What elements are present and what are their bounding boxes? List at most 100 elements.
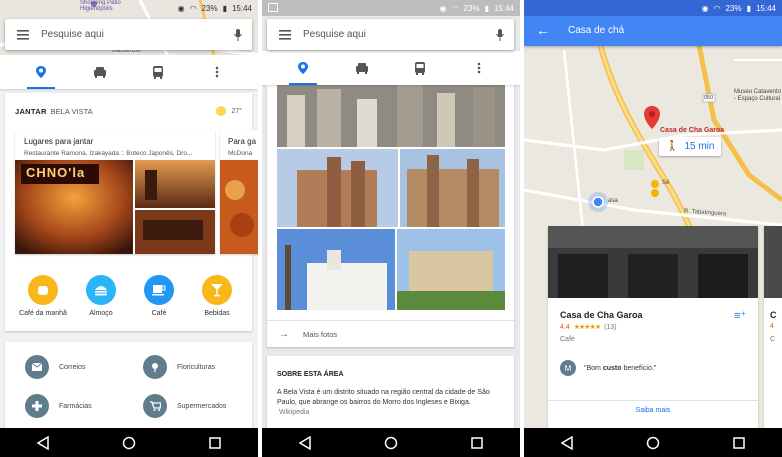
tea-house-screen: Casa de Cha Garoa 050 Museu Catavento - … bbox=[524, 0, 782, 457]
dining-card: JANTAR BELA VISTA 27° Lugares para janta… bbox=[5, 93, 258, 331]
walking-duration[interactable]: 🚶 15 min bbox=[659, 137, 722, 156]
category-drinks[interactable]: Bebidas bbox=[189, 275, 245, 317]
review-count: (13) bbox=[604, 323, 617, 331]
temperature: 27° bbox=[231, 107, 242, 115]
car-icon bbox=[93, 67, 106, 78]
area-photo-grid[interactable] bbox=[277, 85, 520, 310]
star-rating-icon: ★★★★★ bbox=[573, 324, 601, 331]
recents-nav-icon[interactable] bbox=[470, 436, 484, 450]
add-to-list-icon[interactable]: ≡⁺ bbox=[734, 309, 746, 322]
home-nav-icon[interactable] bbox=[384, 436, 398, 450]
back-nav-icon[interactable] bbox=[36, 435, 50, 450]
category-label: Café bbox=[151, 310, 167, 317]
next-place-rating: 4 bbox=[770, 323, 774, 330]
home-nav-icon[interactable] bbox=[122, 436, 136, 450]
food-categories: Café da manhã Almoço Café Bebidas bbox=[15, 275, 245, 317]
tab-explore[interactable] bbox=[21, 55, 61, 89]
category-label: Café da manhã bbox=[19, 310, 67, 317]
explore-pin-icon bbox=[36, 66, 47, 78]
home-nav-icon[interactable] bbox=[646, 436, 660, 450]
service-supermarket[interactable]: Supermercados bbox=[143, 394, 226, 418]
saiba-mais-button[interactable]: Saiba mais bbox=[548, 400, 758, 414]
takeaway-subtitle: McDona bbox=[228, 150, 253, 157]
place-category: Café bbox=[560, 336, 575, 343]
bus-icon bbox=[415, 61, 426, 75]
search-input[interactable]: Pesquise aqui bbox=[303, 29, 486, 40]
mode-tabs bbox=[262, 51, 520, 85]
category-lunch[interactable]: Almoço bbox=[73, 275, 129, 317]
pharmacy-icon bbox=[25, 394, 49, 418]
category-coffee[interactable]: Café bbox=[131, 275, 187, 317]
notification-icon bbox=[268, 3, 278, 12]
about-text: A Bela Vista é um distrito situado na re… bbox=[267, 378, 514, 418]
place-photo bbox=[548, 226, 758, 298]
back-nav-icon[interactable] bbox=[298, 435, 312, 450]
map-label-se: Sé bbox=[662, 180, 670, 186]
about-source-link[interactable]: Wikipedia bbox=[279, 409, 309, 416]
coffee-icon bbox=[144, 275, 174, 305]
wifi-icon: ◠ bbox=[713, 3, 721, 13]
category-breakfast[interactable]: Café da manhã bbox=[15, 275, 71, 317]
service-label: Farmácias bbox=[59, 402, 92, 410]
tab-driving[interactable] bbox=[80, 55, 120, 89]
tab-driving[interactable] bbox=[342, 51, 382, 85]
mic-icon[interactable] bbox=[224, 28, 252, 41]
section-title: JANTAR bbox=[15, 106, 47, 116]
bus-icon bbox=[153, 65, 164, 79]
next-place-card[interactable]: C 4 C bbox=[764, 226, 782, 428]
service-mail[interactable]: Correios bbox=[25, 355, 85, 379]
explore-pin-icon bbox=[298, 62, 309, 74]
review-quote: "Bom custo benefício." bbox=[584, 364, 657, 372]
back-arrow-icon[interactable]: ← bbox=[536, 22, 550, 38]
clock: 15:44 bbox=[231, 3, 252, 13]
service-florist[interactable]: Floriculturas bbox=[143, 355, 215, 379]
takeaway-card[interactable]: Para ga McDona bbox=[220, 130, 258, 254]
drinks-icon bbox=[202, 275, 232, 305]
tab-transit[interactable] bbox=[400, 51, 440, 85]
map-label-casa: asa bbox=[608, 198, 618, 204]
sun-icon bbox=[216, 106, 227, 116]
avatar: M bbox=[560, 360, 576, 376]
location-icon: ◉ bbox=[701, 3, 709, 13]
service-label: Supermercados bbox=[177, 402, 227, 410]
more-options-icon[interactable] bbox=[197, 55, 237, 89]
back-nav-icon[interactable] bbox=[560, 435, 574, 450]
place-card[interactable]: Casa de Cha Garoa ≡⁺ 4.4 ★★★★★ (13) Café… bbox=[548, 226, 758, 428]
mail-icon bbox=[25, 355, 49, 379]
more-photos-row[interactable]: → Mais fotos bbox=[267, 320, 514, 347]
review-snippet[interactable]: M "Bom custo benefício." bbox=[560, 360, 656, 376]
service-pharmacy[interactable]: Farmácias bbox=[25, 394, 92, 418]
app-bar: ◉ ◠ 23% ▮ 15:44 ← Casa de chá bbox=[524, 0, 782, 46]
status-bar: ◉ ◠ 23% ▮ 15:44 bbox=[262, 0, 520, 16]
android-nav-bar bbox=[524, 428, 782, 457]
recents-nav-icon[interactable] bbox=[732, 436, 746, 450]
recents-nav-icon[interactable] bbox=[208, 436, 222, 450]
search-input[interactable]: Pesquise aqui bbox=[41, 29, 224, 40]
rating-row: 4.4 ★★★★★ (13) bbox=[560, 323, 617, 332]
cart-icon bbox=[143, 394, 167, 418]
card-subtitle: Restaurante Ramona, Izakayada :: Boteco … bbox=[24, 150, 193, 157]
menu-icon[interactable] bbox=[5, 29, 41, 40]
restaurant-card[interactable]: Lugares para jantar Restaurante Ramona, … bbox=[15, 130, 215, 254]
mic-icon[interactable] bbox=[486, 28, 514, 41]
search-bar[interactable]: Pesquise aqui bbox=[267, 19, 514, 50]
tab-transit[interactable] bbox=[138, 55, 178, 89]
status-bar: ◉ ◠ 23% ▮ 15:44 bbox=[524, 0, 782, 16]
tab-explore[interactable] bbox=[283, 51, 323, 85]
next-place-photo bbox=[764, 226, 782, 298]
battery-icon: ▮ bbox=[746, 3, 751, 13]
android-nav-bar bbox=[262, 428, 520, 457]
search-bar[interactable]: Pesquise aqui bbox=[5, 19, 252, 50]
location-icon: ◉ bbox=[177, 3, 185, 13]
breakfast-icon bbox=[28, 275, 58, 305]
about-area-card: SOBRE ESTA ÁREA A Bela Vista é um distri… bbox=[267, 356, 514, 428]
florist-icon bbox=[143, 355, 167, 379]
explore-screen: Shopping Pátio Higienópolis Mackenzie ◉ … bbox=[0, 0, 258, 457]
more-options-icon[interactable] bbox=[459, 51, 499, 85]
menu-icon[interactable] bbox=[267, 29, 303, 40]
walking-icon: 🚶 bbox=[666, 141, 679, 152]
mode-tabs bbox=[0, 55, 258, 89]
place-name: Casa de Cha Garoa bbox=[560, 310, 643, 320]
service-label: Correios bbox=[59, 363, 86, 371]
about-description: A Bela Vista é um distrito situado na re… bbox=[277, 389, 490, 407]
